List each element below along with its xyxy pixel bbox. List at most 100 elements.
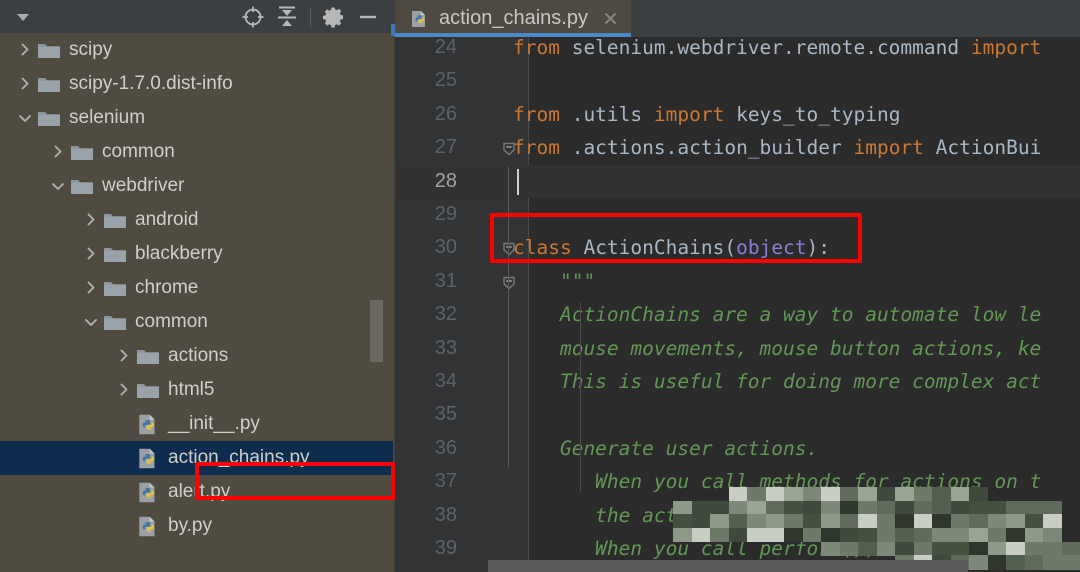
chevron-right-icon[interactable]: [47, 141, 69, 163]
tree-file-alert-py[interactable]: alert.py: [0, 475, 395, 509]
editor-tab-label: action_chains.py: [439, 6, 588, 29]
folder-icon: [36, 73, 62, 95]
line-number: 24: [434, 37, 457, 58]
tree-item-label: scipy: [69, 38, 113, 60]
editor-horizontal-scrollbar[interactable]: [488, 560, 968, 572]
chevron-down-icon[interactable]: [80, 311, 102, 333]
gear-icon[interactable]: [317, 2, 351, 32]
folder-icon: [69, 175, 95, 197]
project-view-dropdown-icon[interactable]: [8, 2, 38, 32]
code-token: keys_to_typing: [736, 102, 901, 126]
folder-icon: [135, 345, 161, 367]
code-line: [395, 164, 1080, 198]
chevron-down-icon[interactable]: [47, 175, 69, 197]
chevron-right-icon[interactable]: [80, 243, 102, 265]
code-text: Generate user actions.: [513, 432, 818, 465]
tree-item-label: chrome: [135, 276, 199, 298]
line-number: 33: [434, 336, 457, 359]
code-content-area[interactable]: 24 from selenium.webdriver.remote.command…: [395, 37, 1080, 572]
locate-file-icon[interactable]: [236, 2, 270, 32]
toolbar-divider: [310, 6, 311, 27]
line-number: 26: [434, 102, 457, 125]
code-text: mouse movements, mouse button actions, k…: [513, 332, 1041, 365]
chevron-right-icon[interactable]: [80, 209, 102, 231]
project-toolbar: [0, 0, 395, 33]
code-token: """: [513, 269, 596, 293]
tree-item-label: blackberry: [135, 242, 223, 264]
line-number: 37: [434, 470, 457, 493]
tree-file-init-py[interactable]: __init__.py: [0, 407, 395, 441]
tree-item-label: common: [135, 310, 208, 332]
tree-folder-chrome[interactable]: chrome: [0, 271, 395, 305]
folder-icon: [69, 141, 95, 163]
chevron-right-icon[interactable]: [113, 345, 135, 367]
line-number: 31: [434, 269, 457, 292]
project-file-tree[interactable]: scipy scipy-1.7.0.dist-info selenium common…: [0, 33, 395, 572]
sidebar-scrollbar-thumb[interactable]: [370, 300, 383, 362]
chevron-right-icon[interactable]: [14, 73, 36, 95]
code-token: from: [513, 102, 572, 126]
tree-folder-common[interactable]: common: [0, 305, 395, 339]
code-editor-panel: action_chains.py 24 from selenium.webdriv…: [395, 0, 1080, 572]
tree-folder-actions[interactable]: actions: [0, 339, 395, 373]
tree-file-by-py[interactable]: by.py: [0, 509, 395, 543]
code-token: the actions are st: [513, 503, 807, 527]
line-number: 30: [434, 236, 457, 259]
tree-folder-html5[interactable]: html5: [0, 373, 395, 407]
code-token: ActionChains are a way to automate low l…: [513, 303, 1042, 327]
code-token: ActionBui: [935, 136, 1042, 160]
code-token: (: [724, 236, 737, 260]
code-token: selenium.webdriver.remote.command: [571, 37, 971, 59]
python-file-icon: [135, 447, 161, 469]
code-token: import: [853, 136, 936, 160]
code-token: ):: [806, 236, 831, 260]
tree-folder-android[interactable]: android: [0, 203, 395, 237]
line-number: 28: [434, 169, 457, 192]
code-token: from: [513, 37, 572, 59]
tree-folder-blackberry[interactable]: blackberry: [0, 237, 395, 271]
code-token: object: [736, 236, 807, 260]
pycharm-window: scipy scipy-1.7.0.dist-info selenium common…: [0, 0, 1080, 572]
python-file-icon: [135, 515, 161, 537]
code-text: from .utils import keys_to_typing: [513, 98, 900, 131]
folder-icon: [36, 39, 62, 61]
tree-item-label: selenium: [69, 106, 146, 128]
chevron-right-icon[interactable]: [80, 277, 102, 299]
text-caret: [517, 168, 519, 195]
code-text: """: [513, 265, 595, 298]
line-number: 35: [434, 403, 457, 426]
line-number: 34: [434, 370, 457, 392]
project-sidebar: scipy scipy-1.7.0.dist-info selenium common…: [0, 0, 395, 572]
minimize-icon[interactable]: [351, 2, 385, 32]
close-icon[interactable]: [601, 9, 621, 29]
chevron-down-icon[interactable]: [14, 107, 36, 129]
tree-folder-webdriver[interactable]: webdriver: [0, 169, 395, 203]
folder-icon: [135, 379, 161, 401]
tree-folder-scipy[interactable]: scipy: [0, 33, 395, 67]
line-number: 36: [434, 436, 457, 459]
line-number: 32: [434, 303, 457, 326]
tree-item-label: html5: [168, 378, 215, 400]
tree-item-label: actions: [168, 344, 229, 366]
indent-guide: [580, 302, 581, 492]
editor-tab-action-chains[interactable]: action_chains.py: [395, 0, 631, 37]
tree-item-label: __init__.py: [168, 412, 260, 434]
tree-folder-common[interactable]: common: [0, 135, 395, 169]
tree-folder-selenium[interactable]: selenium: [0, 101, 395, 135]
line-number: 38: [434, 503, 457, 526]
tree-folder-scipy-1-7-0-dist-info[interactable]: scipy-1.7.0.dist-info: [0, 67, 395, 101]
folder-icon: [102, 209, 128, 231]
code-text: from selenium.webdriver.remote.command i…: [513, 37, 1041, 64]
folder-icon: [102, 311, 128, 333]
tree-item-label: alert.py: [168, 480, 231, 502]
collapse-all-icon[interactable]: [270, 2, 304, 32]
fold-rail: [508, 167, 509, 467]
chevron-right-icon[interactable]: [113, 379, 135, 401]
chevron-right-icon[interactable]: [14, 39, 36, 61]
tree-file-action-chains-py[interactable]: action_chains.py: [0, 441, 395, 475]
